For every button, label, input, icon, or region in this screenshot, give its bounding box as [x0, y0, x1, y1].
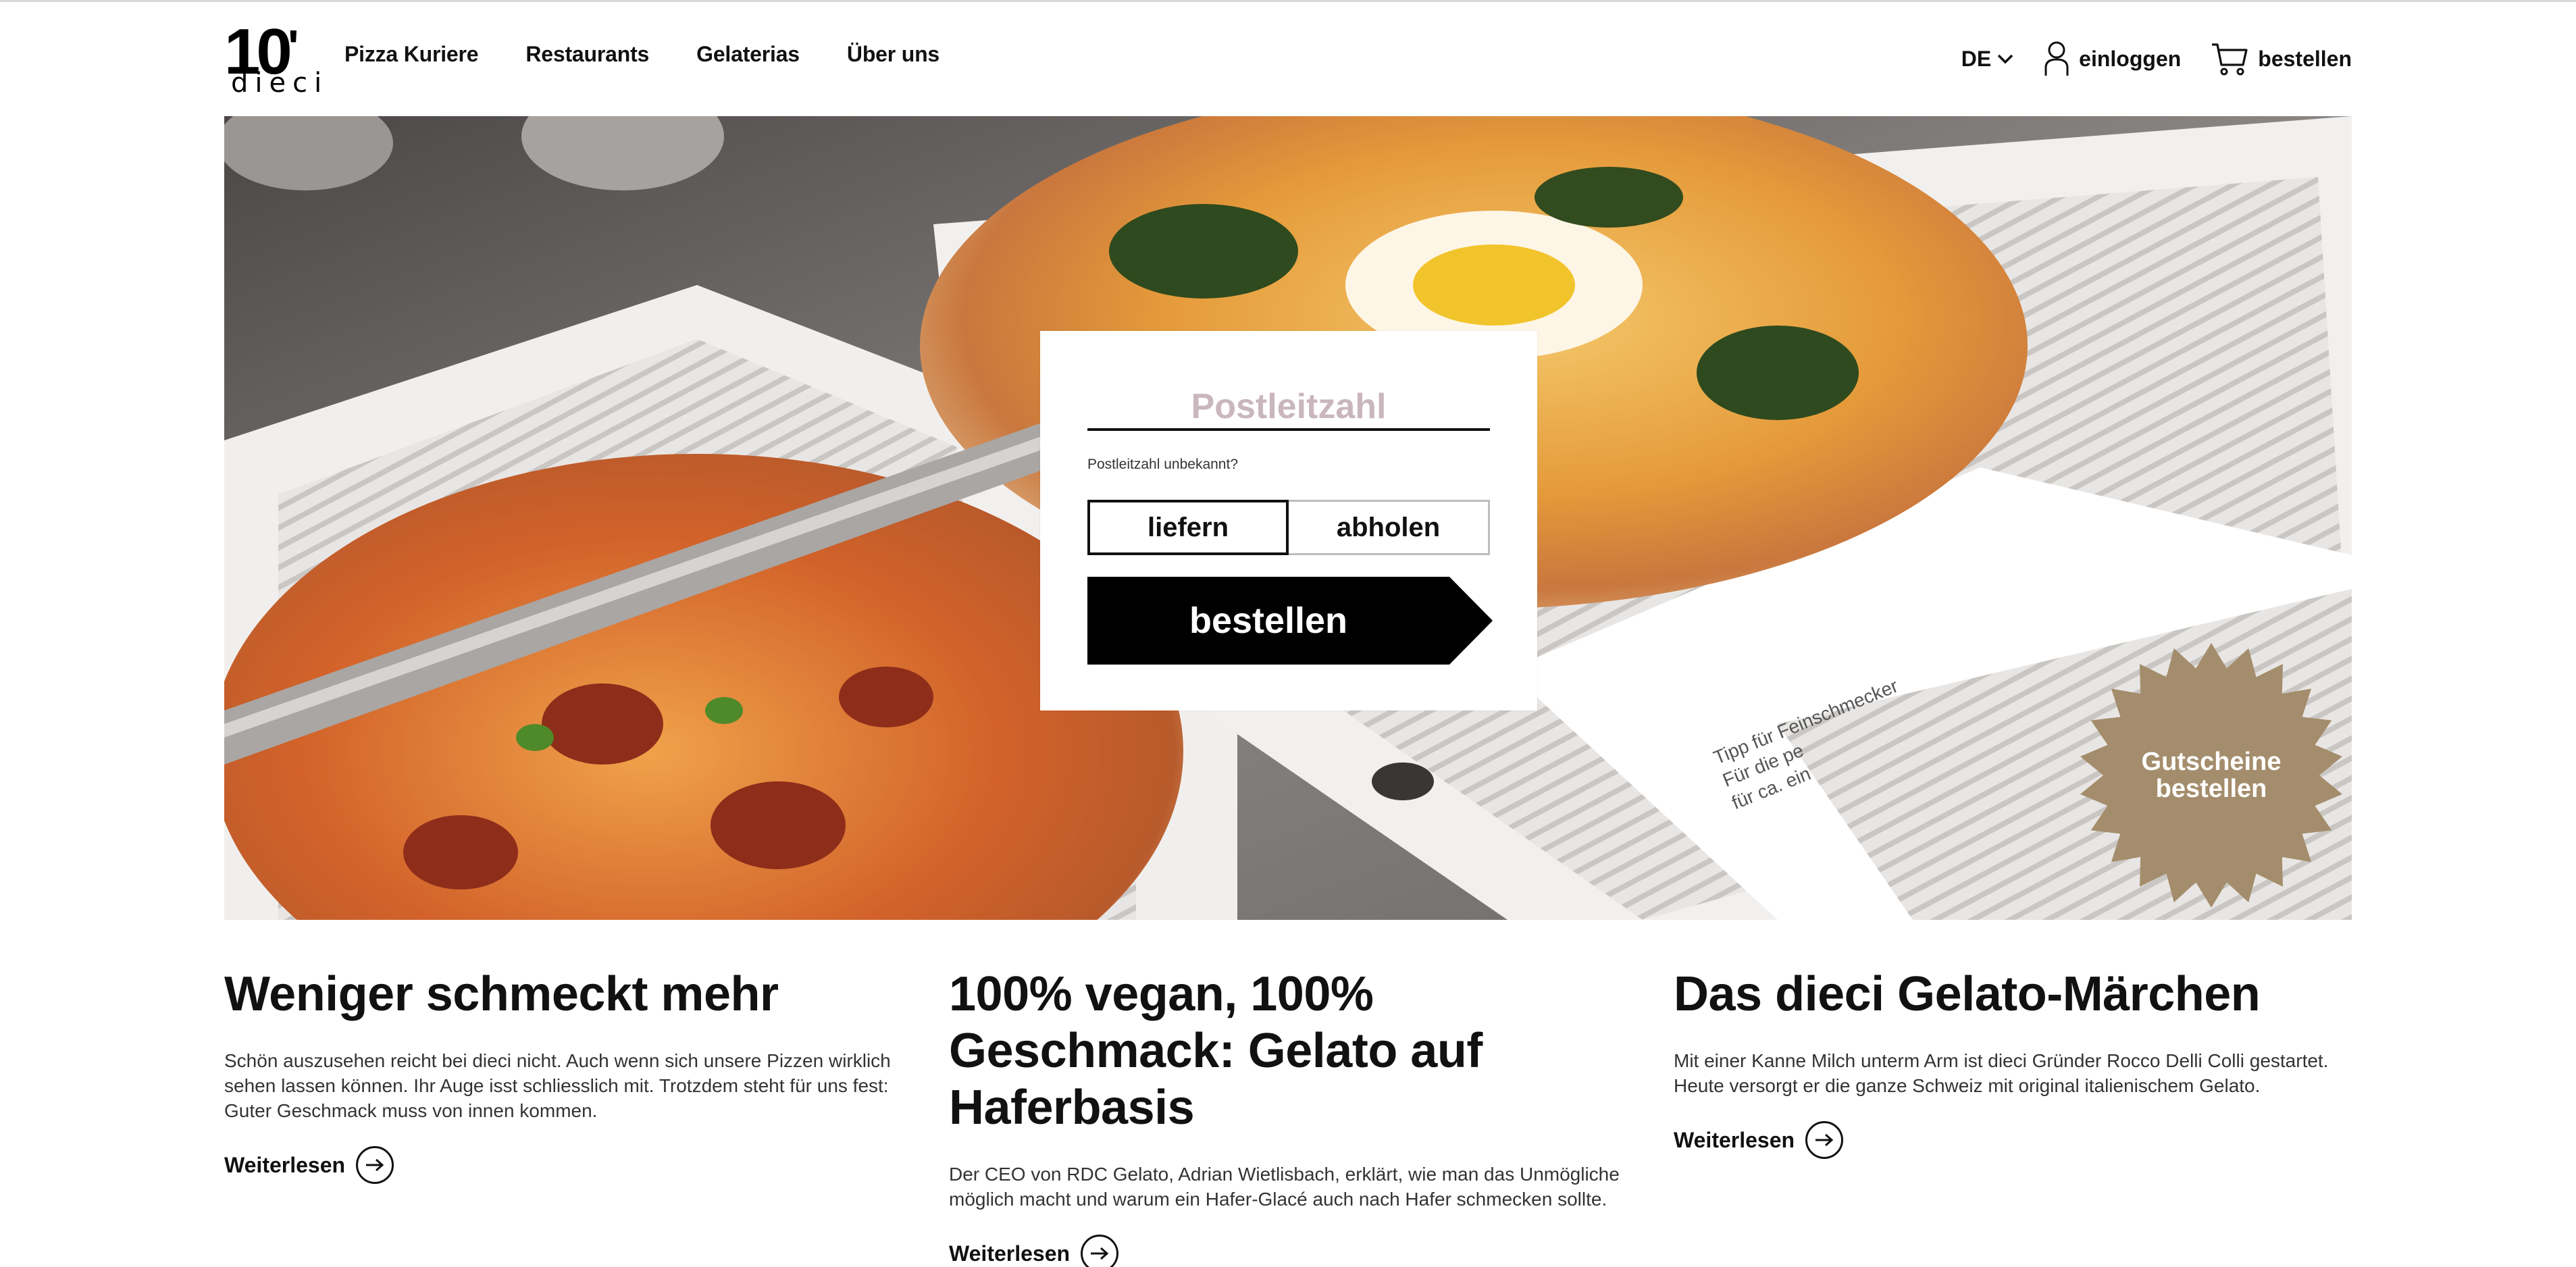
arrow-right-icon [356, 1146, 394, 1184]
article-text: Mit einer Kanne Milch unterm Arm ist die… [1674, 1050, 2329, 1096]
nav-item-restaurants[interactable]: Restaurants [525, 42, 649, 67]
header-actions: DE einloggen bestellen [1961, 41, 2352, 77]
fulfillment-toggle: liefern abholen [1087, 500, 1490, 555]
dieci-logo[interactable]: 10 ' dieci [224, 20, 321, 99]
article-title: 100% vegan, 100% Geschmack: Gelato auf H… [949, 967, 1483, 1135]
login-label: einloggen [2079, 46, 2182, 71]
language-label: DE [1961, 46, 1992, 71]
nav-item-gelaterias[interactable]: Gelaterias [696, 42, 800, 67]
postcode-input[interactable] [1087, 385, 1490, 431]
article-text: Der CEO von RDC Gelato, Adrian Wietlisba… [949, 1164, 1620, 1210]
top-border [0, 0, 2576, 2]
cart-icon [2212, 43, 2248, 76]
language-selector[interactable]: DE [1961, 47, 2014, 72]
deliver-option[interactable]: liefern [1087, 500, 1289, 555]
cart-label: bestellen [2258, 46, 2352, 71]
order-button-label: bestellen [1189, 600, 1348, 641]
read-more-label: Weiterlesen [1674, 1127, 1795, 1152]
article-card: 100% vegan, 100% Geschmack: Gelato auf H… [949, 966, 1631, 1267]
arrow-right-icon [1081, 1235, 1119, 1267]
read-more-label: Weiterlesen [224, 1152, 346, 1177]
article-text: Schön auszusehen reicht bei dieci nicht.… [224, 1050, 891, 1121]
login-button[interactable]: einloggen [2044, 41, 2181, 77]
chevron-down-icon [1997, 54, 2013, 64]
main-nav: Pizza Kuriere Restaurants Gelaterias Übe… [344, 42, 939, 67]
logo-word: dieci [231, 68, 329, 99]
user-icon [2044, 41, 2069, 76]
voucher-label: Gutscheine bestellen [2141, 748, 2282, 803]
voucher-badge[interactable]: Gutscheine bestellen [2076, 640, 2346, 910]
article-card: Weniger schmeckt mehr Schön auszusehen r… [224, 966, 906, 1184]
read-more-link[interactable]: Weiterlesen [1674, 1121, 2356, 1159]
nav-item-pizza-kuriere[interactable]: Pizza Kuriere [344, 42, 479, 67]
hero-banner: Tipp für Feinschmecker Für die pe für ca… [224, 116, 2352, 920]
read-more-label: Weiterlesen [949, 1241, 1071, 1266]
pickup-option[interactable]: abholen [1289, 500, 1490, 555]
order-card: Postleitzahl unbekannt? liefern abholen … [1040, 331, 1537, 710]
article-card: Das dieci Gelato-Märchen Mit einer Kanne… [1674, 966, 2356, 1159]
postcode-unknown-link[interactable]: Postleitzahl unbekannt? [1087, 457, 1238, 473]
site-header: 10 ' dieci Pizza Kuriere Restaurants Gela… [224, 20, 2352, 99]
nav-item-ueber-uns[interactable]: Über uns [847, 42, 939, 67]
read-more-link[interactable]: Weiterlesen [949, 1235, 1631, 1267]
read-more-link[interactable]: Weiterlesen [224, 1146, 906, 1184]
cart-button[interactable]: bestellen [2211, 42, 2352, 76]
article-title: Das dieci Gelato-Märchen [1674, 967, 2261, 1021]
article-title: Weniger schmeckt mehr [224, 967, 779, 1021]
arrow-right-icon [1805, 1121, 1844, 1159]
order-button[interactable]: bestellen [1087, 577, 1493, 665]
